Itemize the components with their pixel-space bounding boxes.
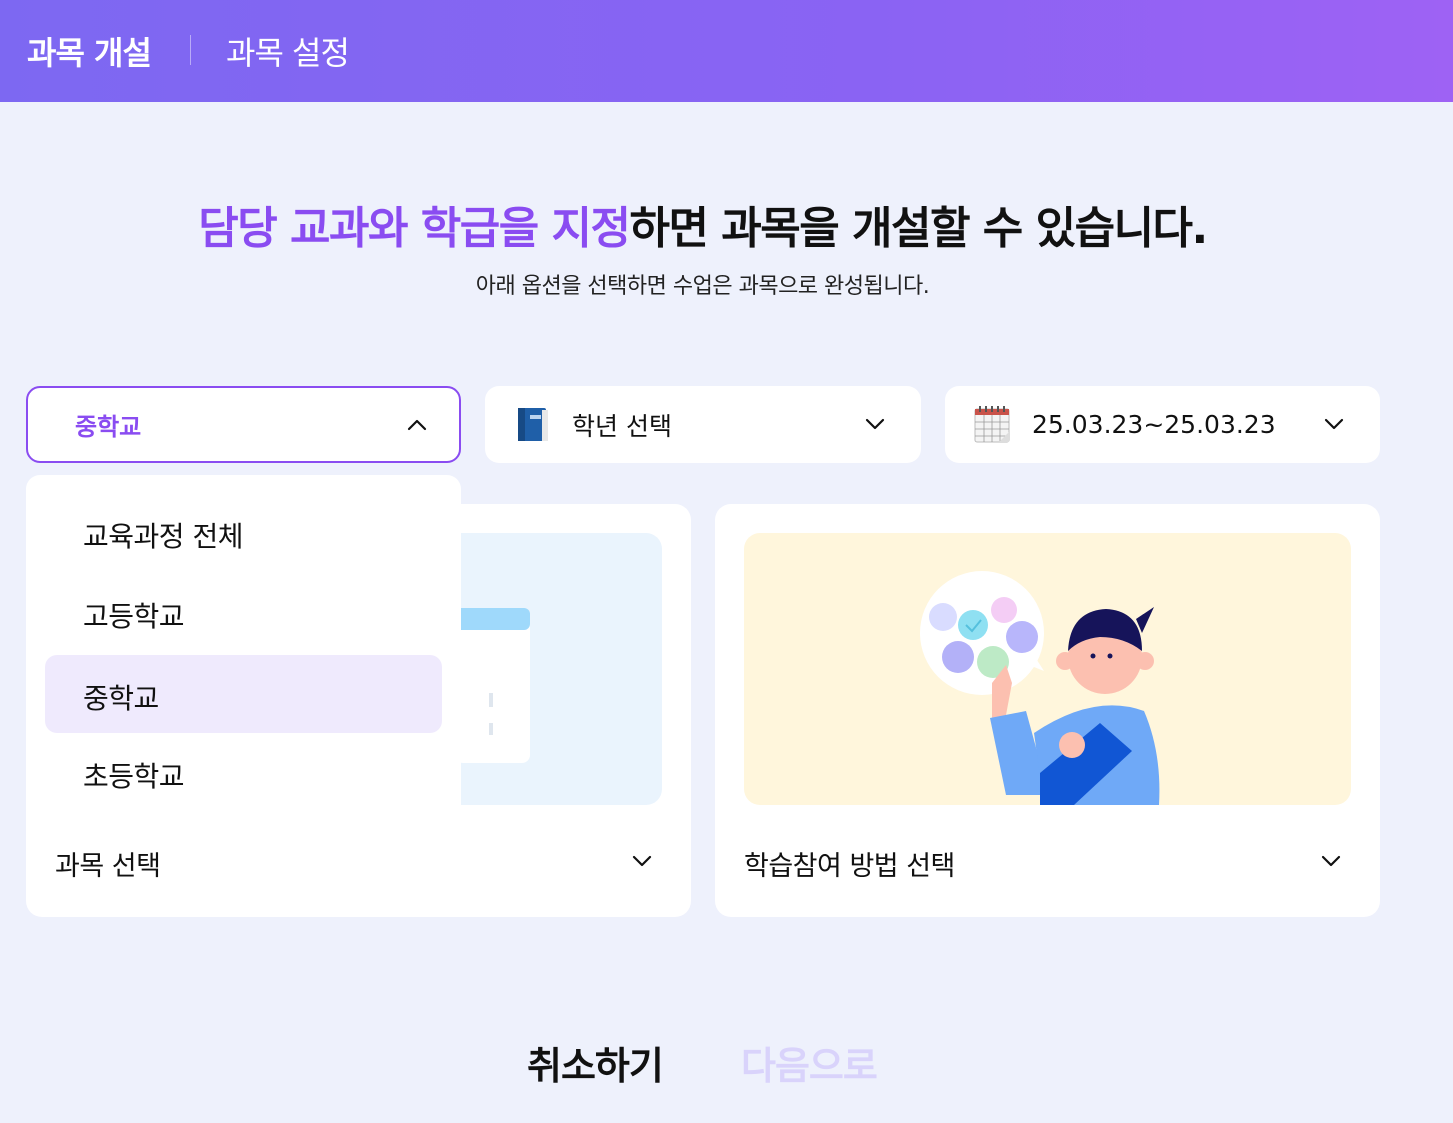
tab-course-open[interactable]: 과목 개설 (27, 28, 152, 74)
option-label: 초등학교 (83, 760, 185, 793)
learning-method-card[interactable]: 학습참여 방법 선택 (715, 504, 1380, 917)
headline-connector: 와 (367, 203, 421, 254)
option-elementary-school[interactable]: 초등학교 (45, 733, 442, 811)
chevron-down-icon (865, 418, 885, 430)
school-level-value: 중학교 (75, 413, 142, 441)
chevron-down-icon (632, 855, 652, 867)
school-level-dropdown: 교육과정 전체 고등학교 중학교 초등학교 (26, 475, 461, 805)
top-header: 과목 개설 과목 설정 (0, 0, 1453, 102)
tab-course-settings[interactable]: 과목 설정 (226, 28, 350, 74)
option-label: 중학교 (83, 682, 159, 715)
calendar-icon (974, 406, 1010, 443)
headline-rest: 하면 과목을 개설할 수 있습니다. (629, 203, 1209, 254)
option-label: 교육과정 전체 (83, 520, 243, 553)
blue-book-icon (518, 408, 548, 441)
headline-highlight-class: 학급을 지정 (420, 203, 631, 254)
option-label: 고등학교 (83, 600, 185, 633)
date-range-value: 25.03.23~25.03.23 (1032, 410, 1276, 439)
chevron-down-icon (1321, 855, 1341, 867)
option-high-school[interactable]: 고등학교 (45, 573, 442, 651)
grade-select[interactable]: 학년 선택 (485, 386, 921, 463)
grade-placeholder: 학년 선택 (572, 411, 672, 441)
subject-select-label: 과목 선택 (55, 851, 161, 882)
headline-highlight-subject: 담당 교과 (198, 203, 369, 254)
page-headline: 담당 교과와 학급을 지정하면 과목을 개설할 수 있습니다. (0, 192, 1405, 256)
chevron-down-icon (1324, 418, 1344, 430)
cancel-button[interactable]: 취소하기 (527, 1035, 664, 1090)
date-range-select[interactable]: 25.03.23~25.03.23 (945, 386, 1380, 463)
school-level-select[interactable]: 중학교 (26, 386, 461, 463)
tab-divider (190, 35, 191, 65)
page-subline: 아래 옵션을 선택하면 수업은 과목으로 완성됩니다. (475, 274, 930, 299)
learning-illustration (744, 533, 1351, 805)
chevron-up-icon (407, 419, 427, 431)
option-middle-school[interactable]: 중학교 (45, 655, 442, 733)
learning-method-label: 학습참여 방법 선택 (744, 851, 955, 882)
student-thinking-illustration (920, 571, 1160, 805)
next-button[interactable]: 다음으로 (741, 1035, 878, 1090)
option-all-curriculum[interactable]: 교육과정 전체 (45, 493, 442, 571)
